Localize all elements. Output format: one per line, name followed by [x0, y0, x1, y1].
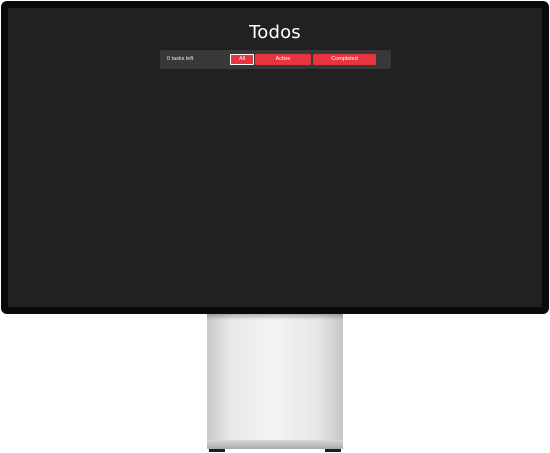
filter-active-button[interactable]: Active [255, 54, 311, 65]
filter-all-button[interactable]: All [230, 54, 254, 65]
page-title: Todos [249, 22, 301, 43]
monitor-stand [207, 314, 343, 440]
tasks-left-count: 0 tasks left [167, 56, 194, 62]
monitor-stand-base [207, 440, 343, 449]
stand-foot-right [325, 449, 341, 452]
stand-shadow [207, 314, 343, 320]
stand-foot-left [209, 449, 225, 452]
app-screen: Todos 0 tasks left All Active Completed [8, 8, 542, 307]
filter-completed-button[interactable]: Completed [313, 54, 376, 65]
monitor-frame: Todos 0 tasks left All Active Completed [1, 1, 549, 314]
todo-toolbar: 0 tasks left All Active Completed [160, 50, 391, 69]
